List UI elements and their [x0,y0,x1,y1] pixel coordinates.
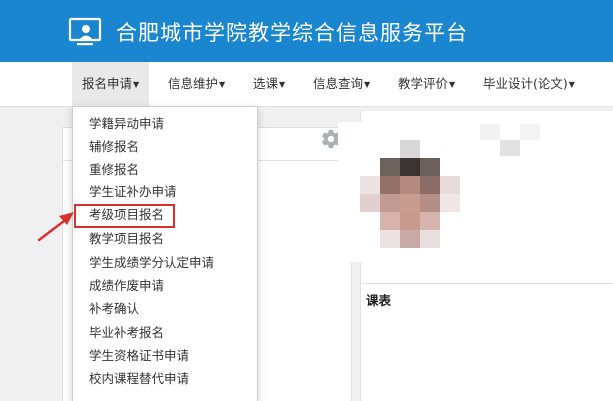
caret-down-icon: ▼ [364,80,371,89]
avatar [338,122,468,262]
nav-label: 信息维护 [168,76,219,91]
nav-label: 信息查询 [313,76,364,91]
caret-down-icon: ▼ [133,80,140,89]
menu-item[interactable]: 辅修报名 [89,137,139,157]
menu-item[interactable]: 教学项目报名 [89,229,164,249]
caret-down-icon: ▼ [449,80,456,89]
menu-item[interactable]: 校内课程替代申请 [89,369,189,389]
menu-item[interactable]: 补考确认 [89,299,139,319]
platform-logo-icon [68,17,102,46]
registration-dropdown-menu: 学籍异动申请 辅修报名 重修报名 学生证补办申请 考级项目报名 教学项目报名 学… [72,106,258,401]
nav-course-selection[interactable]: 选课▼ [243,62,295,106]
nav-label: 毕业设计(论文) [483,76,568,91]
menu-item[interactable]: 成绩作废申请 [89,276,164,296]
caret-down-icon: ▼ [279,80,286,89]
divider [360,283,613,284]
top-header: 合肥城市学院教学综合信息服务平台 [0,0,613,62]
app-title: 合肥城市学院教学综合信息服务平台 [116,21,468,45]
menu-item[interactable]: 学籍异动申请 [89,114,164,134]
nav-registration-application[interactable]: 报名申请▼ [72,62,150,106]
menu-item[interactable]: 重修报名 [89,160,139,180]
menu-item[interactable]: 学生证补办申请 [89,182,177,202]
nav-label: 教学评价 [398,76,449,91]
caret-down-icon: ▼ [568,80,575,89]
nav-info-query[interactable]: 信息查询▼ [303,62,380,106]
nav-label: 选课 [253,76,279,91]
menu-item[interactable]: 毕业补考报名 [89,323,164,343]
nav-teaching-evaluation[interactable]: 教学评价▼ [388,62,465,106]
highlight-box [74,204,175,228]
main-navbar: 报名申请▼ 信息维护▼ 选课▼ 信息查询▼ 教学评价▼ 毕业设计(论文)▼ [0,62,613,107]
blurred-image [480,124,540,156]
schedule-title: 课表 [366,293,392,308]
red-arrow-icon [37,212,74,242]
menu-item[interactable]: 学生资格证书申请 [89,346,189,366]
menu-item[interactable]: 学生成绩学分认定申请 [89,253,214,273]
nav-graduation-thesis[interactable]: 毕业设计(论文)▼ [473,62,585,106]
nav-info-maintenance[interactable]: 信息维护▼ [158,62,235,106]
nav-label: 报名申请 [82,76,133,91]
caret-down-icon: ▼ [219,80,226,89]
